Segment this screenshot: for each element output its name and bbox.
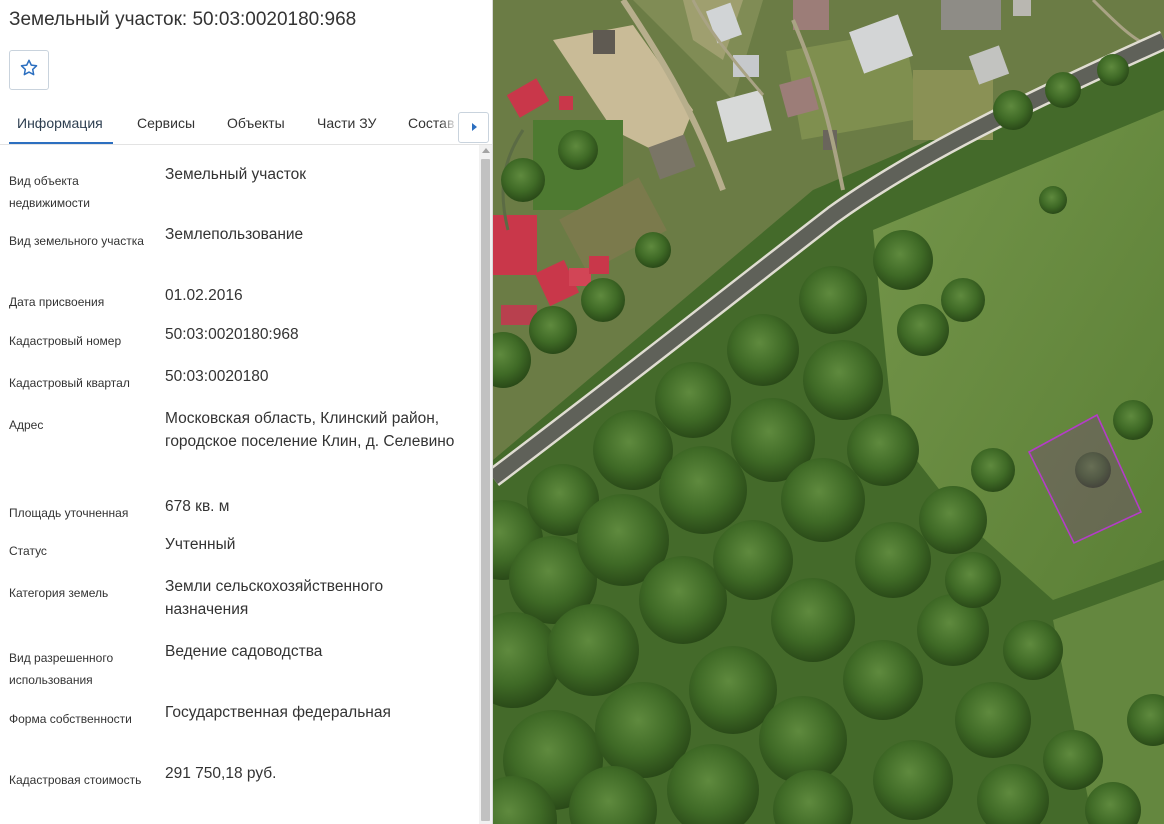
info-row-label: Форма собственности bbox=[9, 712, 132, 726]
info-row-value: Ведение садоводства bbox=[165, 643, 323, 660]
info-row-label: Площадь уточненная bbox=[9, 506, 129, 520]
tabs-scroll-right-button[interactable] bbox=[458, 112, 489, 143]
info-panel: Земельный участок: 50:03:0020180:968 Инф… bbox=[0, 0, 493, 824]
caret-right-icon bbox=[470, 119, 478, 137]
info-row-value: Земли сельскохозяйственного назначения bbox=[165, 578, 384, 618]
map-canvas bbox=[493, 0, 1164, 824]
info-row-label: Вид разрешенного использования bbox=[9, 651, 114, 687]
info-row-value: Государственная федеральная bbox=[165, 704, 391, 721]
building-roof bbox=[559, 96, 573, 110]
info-row-label: Адрес bbox=[9, 418, 44, 432]
info-row-value: 678 кв. м bbox=[165, 498, 230, 515]
tab-objects[interactable]: Объекты bbox=[227, 115, 285, 131]
info-row-value: Учтенный bbox=[165, 536, 236, 553]
star-outline-icon bbox=[19, 58, 39, 83]
building-roof bbox=[493, 215, 537, 275]
info-row-label: Кадастровая стоимость bbox=[9, 773, 142, 787]
favorite-button[interactable] bbox=[9, 50, 49, 90]
building-roof bbox=[593, 30, 615, 54]
page-title: Земельный участок: 50:03:0020180:968 bbox=[9, 9, 357, 30]
building-roof bbox=[793, 0, 829, 30]
info-row-label: Категория земель bbox=[9, 586, 109, 600]
info-row-label: Вид объекта недвижимости bbox=[9, 174, 90, 210]
building-roof bbox=[1013, 0, 1031, 16]
building-roof bbox=[589, 256, 609, 274]
tab-land-parts[interactable]: Части ЗУ bbox=[317, 115, 376, 131]
info-row-value: Земельный участок bbox=[165, 166, 307, 183]
info-row-value: Землепользование bbox=[165, 226, 304, 243]
active-tab-indicator bbox=[9, 142, 113, 144]
info-row-label: Статус bbox=[9, 544, 47, 558]
info-row-value: 01.02.2016 bbox=[165, 287, 243, 304]
info-row-value: 291 750,18 руб. bbox=[165, 765, 277, 782]
tab-information[interactable]: Информация bbox=[17, 115, 103, 131]
tab-bar: Информация Сервисы Объекты Части ЗУ Сост… bbox=[0, 103, 492, 145]
scrollbar-thumb[interactable] bbox=[481, 159, 490, 821]
satellite-map[interactable] bbox=[493, 0, 1164, 824]
info-row-value: 50:03:0020180 bbox=[165, 368, 269, 385]
tab-services[interactable]: Сервисы bbox=[137, 115, 195, 131]
tabs-fade bbox=[440, 103, 458, 143]
info-row-value: 50:03:0020180:968 bbox=[165, 326, 299, 343]
info-row-label: Кадастровый номер bbox=[9, 334, 122, 348]
building-roof bbox=[569, 268, 591, 286]
info-row-label: Вид земельного участка bbox=[9, 234, 144, 248]
info-table: Вид объекта недвижимости Земельный участ… bbox=[0, 145, 478, 824]
scroll-up-arrow-icon[interactable] bbox=[482, 148, 490, 153]
info-row-value: Московская область, Клинский район, горо… bbox=[165, 410, 455, 450]
info-row-label: Дата присвоения bbox=[9, 295, 105, 309]
building-roof bbox=[941, 0, 1001, 30]
info-scrollbar[interactable] bbox=[479, 145, 492, 824]
info-row-label: Кадастровый квартал bbox=[9, 376, 130, 390]
